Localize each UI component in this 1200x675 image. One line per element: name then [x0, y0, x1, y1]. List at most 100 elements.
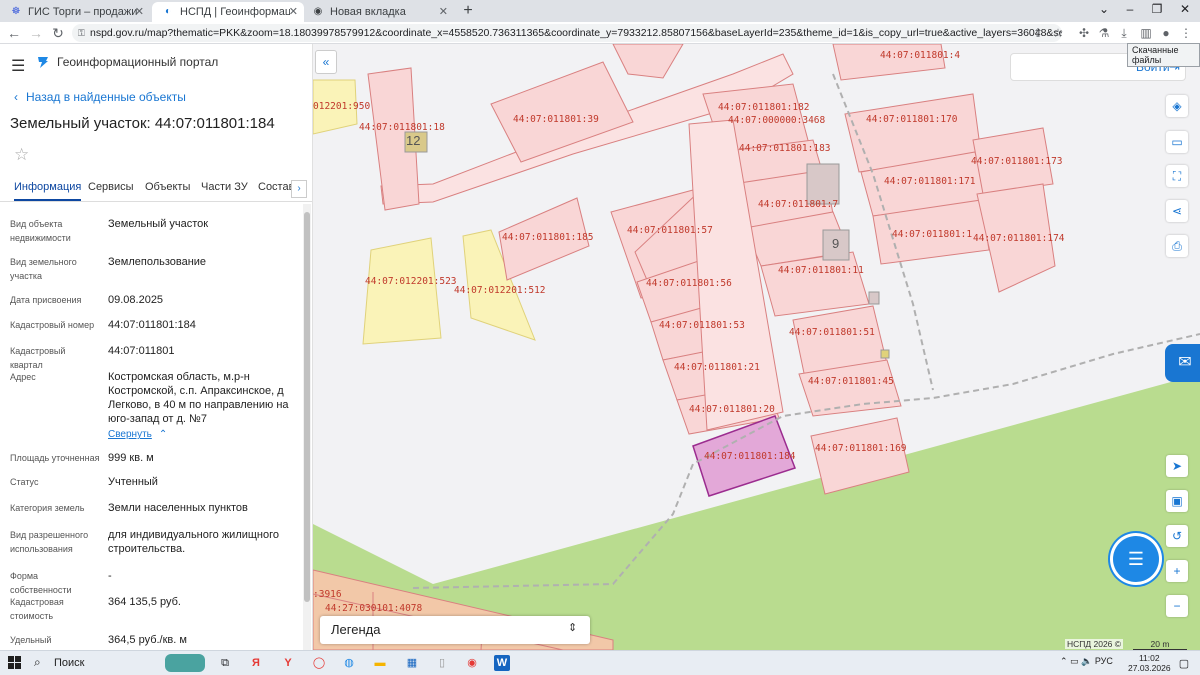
close-tab-icon[interactable]: ✕	[289, 5, 298, 18]
property-value: Землепользование	[108, 256, 207, 268]
zoom-out-button[interactable]: −	[1166, 595, 1188, 617]
favorite-star-icon[interactable]: ☆	[14, 145, 29, 165]
property-label: Кадастровая стоимость	[10, 597, 64, 621]
feedback-widget-icon[interactable]: ✉	[1165, 344, 1200, 382]
new-tab-button[interactable]: +	[459, 2, 477, 20]
chevron-up-icon: ⌃	[158, 429, 168, 440]
url-field[interactable]: ⚿ nspd.gov.ru/map?thematic=PKK&zoom=18.1…	[72, 24, 1062, 42]
input-language[interactable]: РУС	[1095, 656, 1113, 666]
file-explorer-icon[interactable]: ▬	[372, 655, 388, 671]
edge-icon[interactable]: ◍	[341, 655, 357, 671]
map-scale: 20 m	[1133, 639, 1187, 650]
property-label: Адрес	[10, 372, 36, 382]
property-label: Форма собственности	[10, 571, 72, 595]
opera-icon[interactable]: ◯	[311, 655, 327, 671]
parcel-label: :3916	[313, 589, 342, 600]
tab-services[interactable]: Сервисы	[88, 181, 134, 193]
extensions-icon[interactable]: ✣	[1076, 26, 1092, 40]
basemap-icon[interactable]: ▣	[1166, 490, 1188, 512]
property-label: Кадастровый номер	[10, 320, 95, 330]
search-label: Поиск	[54, 657, 85, 669]
collapse-address-link[interactable]: Свернуть ⌃	[108, 427, 296, 442]
tab-parts[interactable]: Части ЗУ	[201, 181, 248, 193]
legend-dropdown[interactable]: Легенда ⇕	[320, 616, 590, 644]
tabs-scroll-right-button[interactable]: ›	[291, 180, 307, 198]
zoom-in-button[interactable]: +	[1166, 560, 1188, 582]
office-icon[interactable]: ▦	[404, 655, 420, 671]
reload-icon[interactable]: ↻	[50, 25, 66, 41]
tray-chevron-icon[interactable]: ⌃	[1060, 656, 1068, 666]
panel-scrollbar[interactable]	[303, 204, 311, 650]
bookmark-star-icon[interactable]: ☆	[1050, 26, 1066, 40]
share-icon[interactable]: ⋖	[1166, 200, 1188, 222]
tab-objects[interactable]: Объекты	[145, 181, 190, 193]
tab-information[interactable]: Информация	[14, 181, 82, 201]
side-panel-icon[interactable]: ▥	[1138, 26, 1154, 40]
layers-icon[interactable]: ◈	[1166, 95, 1188, 117]
volume-icon[interactable]: 🔈	[1081, 656, 1092, 666]
clock-date: 27.03.2026	[1128, 663, 1171, 673]
yandex-browser-icon[interactable]: Y	[280, 655, 296, 671]
scrollbar-thumb[interactable]	[304, 212, 310, 602]
forward-arrow-icon[interactable]: →	[28, 25, 44, 41]
parcel-label: 44:27:030101:4078	[325, 603, 423, 614]
network-icon[interactable]: ▭	[1070, 656, 1079, 666]
parcel-label: 44:07:011801:4	[880, 50, 961, 61]
parcel-label: 44:07:011801:183	[739, 143, 831, 154]
browser-menu-icon[interactable]: ⋮	[1178, 26, 1194, 40]
chat-icon[interactable]: ☰	[1113, 536, 1159, 582]
yandex-icon[interactable]: Я	[248, 655, 264, 671]
minimize-window-button[interactable]: –	[1120, 2, 1140, 16]
close-window-button[interactable]: ✕	[1175, 2, 1195, 16]
geolocation-icon[interactable]: ➤	[1166, 455, 1188, 477]
tab-composition[interactable]: Состав	[258, 181, 294, 193]
back-arrow-icon[interactable]: ←	[6, 25, 22, 41]
parcel-label: 44:07:012201:523	[365, 276, 457, 287]
notepad-icon[interactable]: ▯	[434, 655, 450, 671]
ruler-icon[interactable]: ▭	[1166, 131, 1188, 153]
share-icon[interactable]: ⇪	[1030, 26, 1046, 40]
property-label: Удельный показатель	[10, 635, 57, 650]
portal-title: Геоинформационный портал	[57, 55, 219, 69]
parcel-label: 44:07:011801:173	[971, 156, 1063, 167]
browser-tab-gis-torgi[interactable]: ☸ ГИС Торги – продажи государс ✕	[0, 2, 150, 22]
clock[interactable]: 11:02 27.03.2026	[1128, 653, 1171, 673]
parcel-label: 44:07:011801:182	[718, 102, 810, 113]
property-value: Костромская область, м.р-н Костромской, …	[108, 371, 289, 425]
property-value: 999 кв. м	[108, 452, 154, 464]
menu-hamburger-icon[interactable]: ☰	[11, 56, 25, 76]
site-info-icon[interactable]: ⚿	[78, 24, 85, 42]
property-value: -	[108, 570, 112, 582]
windows-taskbar: ⌕ Поиск ⧉ Я Y ◯ ◍ ▬ ▦ ▯ ◉ W ⌃ ▭ 🔈 РУС 11…	[0, 650, 1200, 675]
timeline-icon[interactable]: ↺	[1166, 525, 1188, 547]
notifications-icon[interactable]: ▢	[1176, 656, 1192, 672]
maximize-window-button[interactable]: ❐	[1147, 2, 1167, 16]
property-label: Вид объекта недвижимости	[10, 219, 71, 243]
close-tab-icon[interactable]: ✕	[439, 5, 448, 18]
print-icon[interactable]: ⎙	[1166, 235, 1188, 257]
tab-search-icon[interactable]: ⌄	[1094, 2, 1114, 16]
property-value: 364,5 руб./кв. м	[108, 634, 187, 646]
property-value: для индивидуального жилищного строительс…	[108, 529, 280, 555]
search-highlight-image[interactable]	[165, 654, 205, 672]
parcel-label: 44:07:011801:57	[627, 225, 713, 236]
close-tab-icon[interactable]: ✕	[135, 5, 144, 18]
chrome-icon[interactable]: ◉	[464, 655, 480, 671]
task-view-icon[interactable]: ⧉	[217, 655, 233, 671]
tab-title: Новая вкладка	[330, 6, 406, 18]
property-value: 364 135,5 руб.	[108, 596, 181, 608]
profile-avatar-icon[interactable]: ●	[1158, 26, 1174, 40]
map-canvas[interactable]: 44:07:011801:4 44:07:011801:182 44:07:00…	[313, 44, 1200, 650]
word-icon[interactable]: W	[494, 655, 510, 671]
select-area-icon[interactable]: ⛶	[1166, 165, 1188, 187]
legend-label: Легенда	[331, 622, 381, 637]
browser-tab-new[interactable]: ◉ Новая вкладка ✕	[302, 2, 454, 22]
back-to-results-link[interactable]: ‹ Назад в найденные объекты	[14, 90, 186, 104]
property-label: Дата присвоения	[10, 295, 82, 305]
flask-icon[interactable]: ⚗	[1096, 26, 1112, 40]
downloads-icon[interactable]: ⤓	[1116, 26, 1132, 41]
browser-tab-nspd[interactable]: ◐ НСПД | Геоинформационный п ✕	[152, 2, 304, 22]
collapse-panel-button[interactable]: «	[315, 50, 337, 74]
windows-start-icon[interactable]	[8, 656, 22, 670]
property-value: Земельный участок	[108, 218, 209, 230]
